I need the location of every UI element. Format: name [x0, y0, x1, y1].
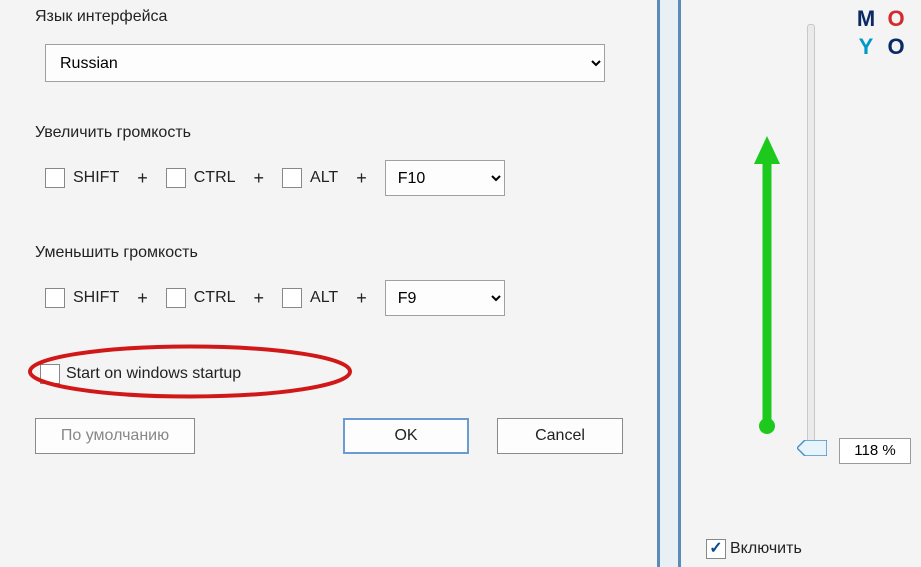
decrease-alt-checkbox[interactable] — [282, 288, 302, 308]
decrease-key-select[interactable]: F9 — [385, 280, 505, 316]
increase-key-select[interactable]: F10 — [385, 160, 505, 196]
default-button[interactable]: По умолчанию — [35, 418, 195, 454]
enable-checkbox[interactable] — [706, 539, 726, 559]
alt-label: ALT — [310, 289, 338, 307]
decrease-hotkey-row: SHIFT + CTRL + ALT + F9 — [45, 280, 632, 316]
plus-icon: + — [137, 168, 148, 189]
increase-shift-checkbox[interactable] — [45, 168, 65, 188]
shift-label: SHIFT — [73, 169, 119, 187]
language-select[interactable]: Russian — [45, 44, 605, 82]
logo-o: O — [883, 6, 909, 32]
cancel-button[interactable]: Cancel — [497, 418, 623, 454]
increase-volume-label: Увеличить громкость — [35, 124, 632, 142]
plus-icon: + — [254, 288, 265, 309]
moyo-logo: M O Y O — [853, 6, 911, 64]
volume-slider-track[interactable] — [807, 24, 815, 454]
shift-label: SHIFT — [73, 289, 119, 307]
plus-icon: + — [356, 288, 367, 309]
logo-y: Y — [853, 34, 879, 60]
logo-m: M — [853, 6, 879, 32]
ctrl-label: CTRL — [194, 289, 236, 307]
startup-checkbox[interactable] — [40, 364, 60, 384]
enable-row: Включить — [706, 539, 802, 559]
language-label: Язык интерфейса — [35, 8, 632, 26]
arrow-up-icon — [752, 136, 782, 436]
decrease-ctrl-checkbox[interactable] — [166, 288, 186, 308]
plus-icon: + — [254, 168, 265, 189]
startup-row: Start on windows startup — [40, 364, 632, 384]
alt-label: ALT — [310, 169, 338, 187]
volume-value: 118 % — [839, 438, 911, 464]
ctrl-label: CTRL — [194, 169, 236, 187]
enable-label: Включить — [730, 540, 802, 558]
increase-ctrl-checkbox[interactable] — [166, 168, 186, 188]
startup-label: Start on windows startup — [66, 365, 241, 383]
increase-hotkey-row: SHIFT + CTRL + ALT + F10 — [45, 160, 632, 196]
decrease-volume-label: Уменьшить громкость — [35, 244, 632, 262]
ok-button[interactable]: OK — [343, 418, 469, 454]
settings-panel: Язык интерфейса Russian Увеличить громко… — [0, 0, 660, 567]
dialog-buttons: По умолчанию OK Cancel — [35, 418, 632, 454]
decrease-shift-checkbox[interactable] — [45, 288, 65, 308]
logo-o2: O — [883, 34, 909, 60]
plus-icon: + — [356, 168, 367, 189]
volume-panel: 118 % Включить — [678, 0, 921, 567]
increase-alt-checkbox[interactable] — [282, 168, 302, 188]
plus-icon: + — [137, 288, 148, 309]
